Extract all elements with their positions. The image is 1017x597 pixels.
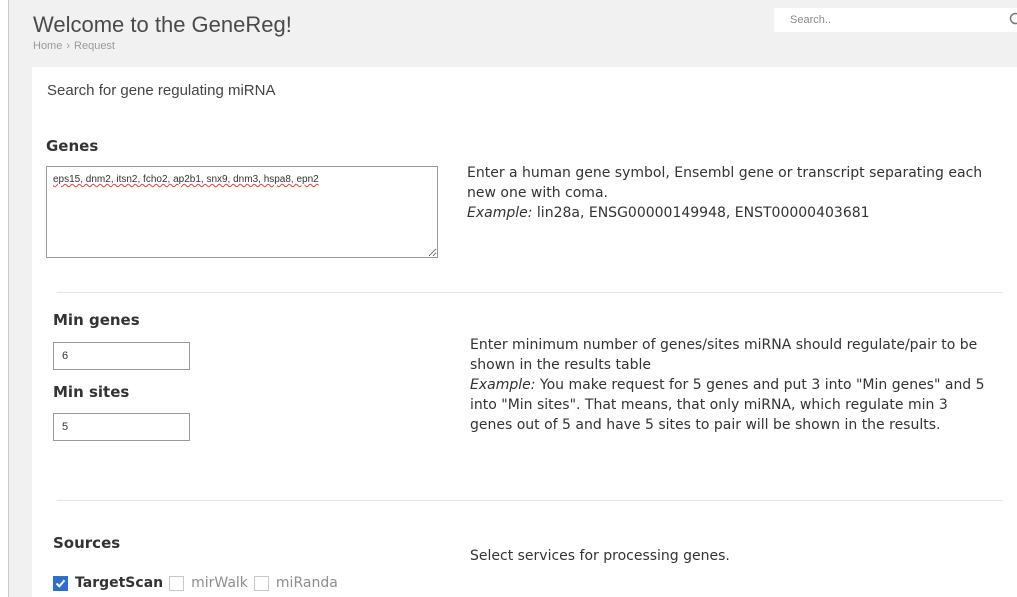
- targetscan-checkbox[interactable]: [53, 575, 68, 591]
- sources-checkbox-group: TargetScan mirWalk miRanda: [53, 572, 344, 594]
- breadcrumb-separator: ›: [66, 40, 71, 52]
- genes-example: Example: lin28a, ENSG00000149948, ENST00…: [467, 203, 982, 223]
- section-divider: [57, 500, 1003, 501]
- genes-example-label: Example:: [467, 205, 533, 221]
- miranda-label[interactable]: miRanda: [276, 575, 338, 591]
- search-input[interactable]: [790, 11, 990, 29]
- search-icon[interactable]: [1008, 11, 1017, 29]
- section-divider: [57, 292, 1003, 293]
- genes-help-line1: Enter a human gene symbol, Ensembl gene …: [467, 165, 983, 181]
- targetscan-label[interactable]: TargetScan: [75, 575, 163, 591]
- genes-example-text: lin28a, ENSG00000149948, ENST00000403681: [532, 205, 870, 221]
- genes-label: Genes: [46, 137, 99, 155]
- mirwalk-checkbox[interactable]: [169, 575, 185, 591]
- sources-help: Select services for processing genes.: [470, 548, 730, 564]
- min-help-example: Example: You make request for 5 genes an…: [470, 375, 985, 395]
- form-title: Search for gene regulating miRNA: [47, 82, 276, 99]
- min-help: Enter minimum number of genes/sites miRN…: [470, 335, 985, 435]
- search-box: [774, 8, 1017, 32]
- min-sites-label: Min sites: [53, 383, 130, 401]
- request-form-card: Search for gene regulating miRNA Genes E…: [32, 67, 1017, 597]
- min-help-line5: genes out of 5 and have 5 sites to pair …: [470, 417, 941, 433]
- genes-help: Enter a human gene symbol, Ensembl gene …: [467, 163, 982, 223]
- min-genes-input[interactable]: [53, 342, 190, 370]
- mirwalk-label[interactable]: mirWalk: [191, 575, 248, 591]
- min-genes-label: Min genes: [53, 311, 140, 329]
- min-help-line2: shown in the results table: [470, 357, 651, 373]
- min-example-label: Example:: [470, 377, 536, 393]
- breadcrumb-home-link[interactable]: Home: [33, 40, 62, 52]
- genes-help-line2: new one with coma.: [467, 185, 608, 201]
- sources-label: Sources: [53, 534, 121, 552]
- min-help-line3: You make request for 5 genes and put 3 i…: [535, 377, 985, 393]
- breadcrumb-current: Request: [74, 40, 115, 52]
- breadcrumb: Home › Request: [33, 40, 115, 52]
- miranda-checkbox[interactable]: [253, 575, 269, 591]
- min-help-line1: Enter minimum number of genes/sites miRN…: [470, 337, 978, 353]
- page-title: Welcome to the GeneReg!: [33, 12, 292, 37]
- genes-textarea[interactable]: [46, 166, 438, 258]
- min-sites-input[interactable]: [53, 413, 190, 441]
- min-help-line4: into "Min sites". That means, that only …: [470, 397, 948, 413]
